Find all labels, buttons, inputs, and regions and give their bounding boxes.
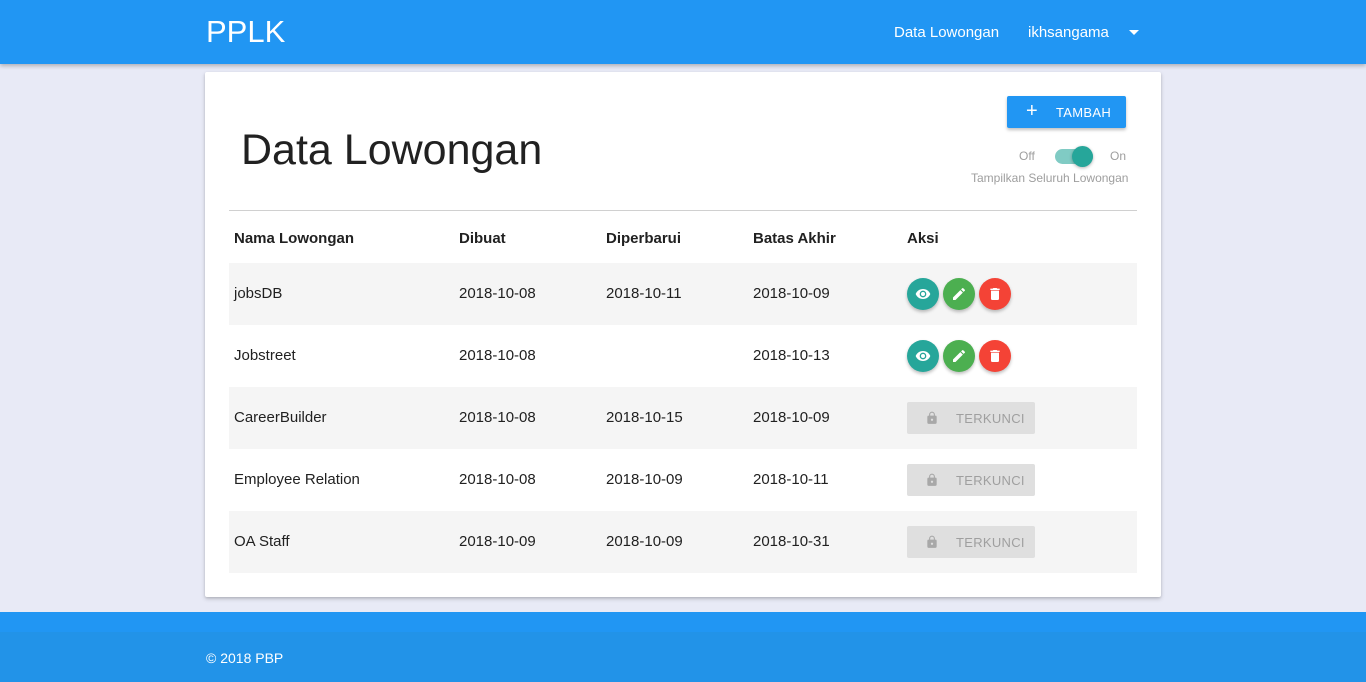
copyright-text: © 2018 PBP (206, 650, 284, 666)
switch-off-label: Off (1019, 149, 1035, 163)
cell-name: Jobstreet (234, 347, 296, 364)
locked-button: TERKUNCI (907, 402, 1035, 434)
lock-icon (927, 535, 937, 548)
header-batas-akhir: Batas Akhir (753, 230, 836, 247)
header-aksi: Aksi (907, 230, 939, 247)
locked-label: TERKUNCI (956, 411, 1025, 426)
view-button[interactable] (907, 340, 939, 372)
cell-deadline: 2018-10-09 (753, 409, 830, 426)
brand-logo[interactable]: PPLK (206, 14, 285, 50)
cell-updated: 2018-10-09 (606, 471, 683, 488)
trash-icon (990, 288, 1000, 300)
cell-deadline: 2018-10-09 (753, 285, 830, 302)
add-button-label: TAMBAH (1056, 105, 1112, 120)
eye-icon (915, 289, 931, 299)
nav-user-menu[interactable]: ikhsangama (1028, 24, 1109, 41)
toggle-thumb (1072, 146, 1093, 167)
cell-created: 2018-10-08 (459, 347, 536, 364)
cell-updated: 2018-10-15 (606, 409, 683, 426)
trash-icon (990, 350, 1000, 362)
locked-button: TERKUNCI (907, 464, 1035, 496)
pencil-icon (953, 287, 965, 300)
cell-updated: 2018-10-09 (606, 533, 683, 550)
header-nama-lowongan: Nama Lowongan (234, 230, 355, 247)
table-row: OA Staff 2018-10-09 2018-10-09 2018-10-3… (229, 511, 1137, 573)
edit-button[interactable] (943, 340, 975, 372)
add-button[interactable]: + TAMBAH (1007, 96, 1126, 128)
cell-updated: 2018-10-11 (606, 285, 682, 302)
locked-button: TERKUNCI (907, 526, 1035, 558)
cell-created: 2018-10-09 (459, 533, 536, 550)
cell-created: 2018-10-08 (459, 409, 536, 426)
table-row: CareerBuilder 2018-10-08 2018-10-15 2018… (229, 387, 1137, 449)
cell-name: OA Staff (234, 533, 290, 550)
view-button[interactable] (907, 278, 939, 310)
show-all-toggle[interactable] (1055, 146, 1093, 167)
lock-icon (927, 473, 937, 486)
footer: © 2018 PBP (0, 632, 1366, 682)
lock-icon (927, 411, 937, 424)
cell-name: jobsDB (234, 285, 283, 302)
page-title: Data Lowongan (241, 126, 543, 174)
cell-created: 2018-10-08 (459, 471, 536, 488)
delete-button[interactable] (979, 340, 1011, 372)
switch-caption: Tampilkan Seluruh Lowongan (971, 171, 1129, 185)
cell-name: Employee Relation (234, 471, 360, 488)
cell-deadline: 2018-10-31 (753, 533, 830, 550)
edit-button[interactable] (943, 278, 975, 310)
delete-button[interactable] (979, 278, 1011, 310)
cell-name: CareerBuilder (234, 409, 327, 426)
table-row: jobsDB 2018-10-08 2018-10-11 2018-10-09 (229, 263, 1137, 325)
switch-on-label: On (1110, 149, 1127, 163)
footer-band (0, 612, 1366, 632)
caret-down-icon[interactable] (1129, 30, 1139, 35)
eye-icon (915, 351, 931, 361)
table-row: Jobstreet 2018-10-08 2018-10-13 (229, 325, 1137, 387)
divider (229, 210, 1137, 211)
locked-label: TERKUNCI (956, 535, 1025, 550)
header-dibuat: Dibuat (459, 230, 506, 247)
cell-deadline: 2018-10-13 (753, 347, 830, 364)
content-card: Data Lowongan + TAMBAH Off On Tampilkan … (205, 72, 1161, 597)
cell-created: 2018-10-08 (459, 285, 536, 302)
header-diperbarui: Diperbarui (606, 230, 682, 247)
navbar: PPLK Data Lowongan ikhsangama (0, 0, 1366, 64)
plus-icon: + (1026, 100, 1038, 122)
cell-deadline: 2018-10-11 (753, 471, 829, 488)
nav-data-lowongan[interactable]: Data Lowongan (894, 24, 999, 41)
locked-label: TERKUNCI (956, 473, 1025, 488)
pencil-icon (953, 349, 965, 362)
table-row: Employee Relation 2018-10-08 2018-10-09 … (229, 449, 1137, 511)
